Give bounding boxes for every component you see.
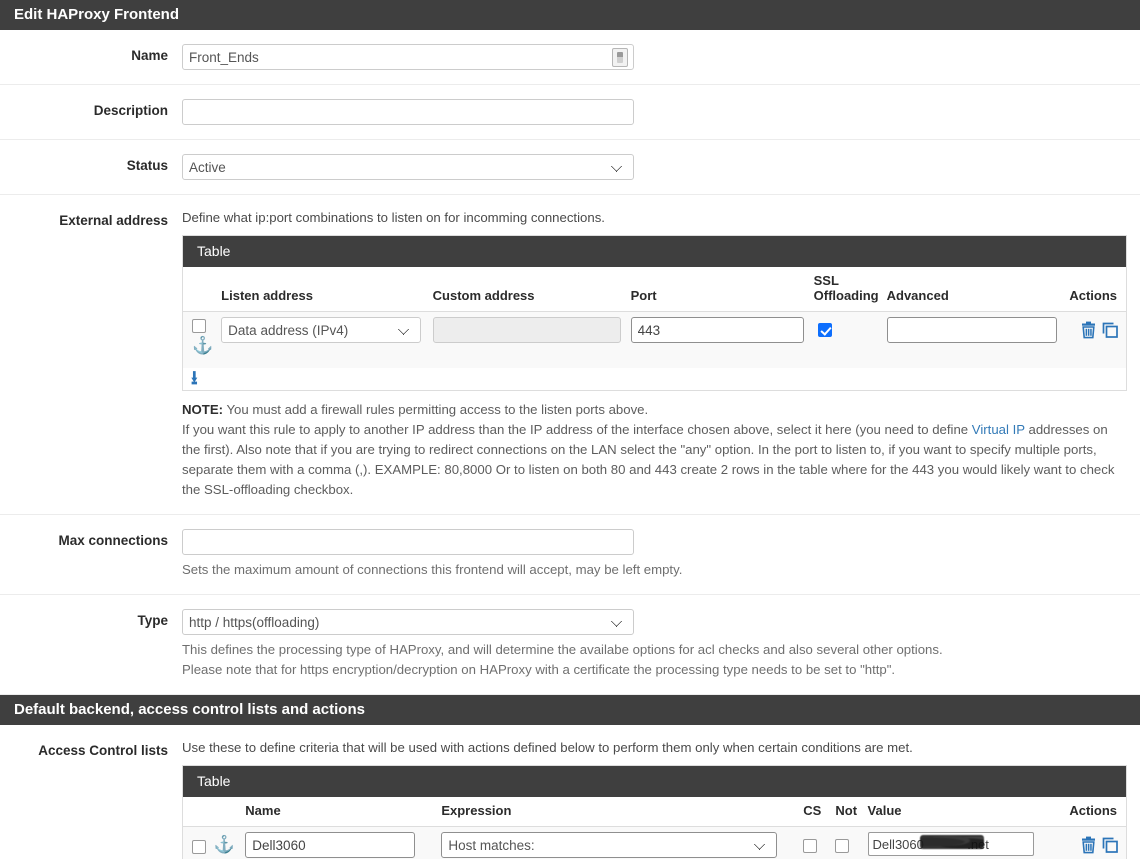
note-line2-a: If you want this rule to apply to anothe…: [182, 422, 972, 438]
col-acl-not: Not: [831, 797, 864, 828]
listen-address-select[interactable]: Data address (IPv4): [221, 317, 422, 343]
external-address-description: Define what ip:port combinations to list…: [182, 210, 605, 225]
col-ssl-offloading: SSL Offloading: [809, 267, 883, 312]
port-cell: [626, 311, 810, 360]
note-line1: You must add a firewall rules permitting…: [223, 402, 649, 418]
row-select-cell: ⚓: [183, 311, 218, 360]
acl-not-checkbox[interactable]: [835, 838, 850, 853]
col-acl-cs: CS: [799, 797, 832, 828]
acl-table: Table Name Expression CS Not Value Actio…: [182, 765, 1127, 859]
col-acl-actions: Actions: [1049, 797, 1126, 828]
type-help-line1: This defines the processing type of HAPr…: [182, 642, 943, 658]
custom-address-input[interactable]: [432, 317, 621, 343]
type-select[interactable]: http / https(offloading): [182, 609, 634, 636]
ssl-line2: Offloading: [813, 288, 879, 303]
delete-icon[interactable]: [1080, 321, 1097, 342]
col-acl-value: Value: [863, 797, 1050, 828]
acl-name-input[interactable]: [245, 832, 416, 859]
row-max-connections: Max connections Sets the maximum amount …: [0, 515, 1140, 596]
anchor-icon[interactable]: ⚓: [192, 337, 213, 354]
row-type: Type http / https(offloading) This defin…: [0, 595, 1140, 696]
port-input[interactable]: [630, 317, 804, 343]
external-address-note: NOTE: You must add a firewall rules perm…: [182, 400, 1127, 500]
max-connections-help: Sets the maximum amount of connections t…: [182, 562, 683, 578]
backend-panel-header: Default backend, access control lists an…: [0, 695, 1140, 726]
col-acl-expression: Expression: [437, 797, 800, 828]
label-type: Type: [137, 613, 168, 629]
arrow-down-icon[interactable]: ⭳: [191, 369, 198, 388]
ssl-offloading-checkbox[interactable]: [817, 323, 832, 338]
backend-panel-title: Default backend, access control lists an…: [14, 701, 365, 719]
acl-actions-cell: [1049, 826, 1126, 859]
label-external-address: External address: [59, 213, 168, 228]
table-row: ⚓ Host matches:: [183, 826, 1126, 859]
acl-cs-checkbox[interactable]: [803, 838, 818, 853]
row-description: Description: [0, 85, 1140, 140]
col-acl-select: [183, 797, 242, 828]
listen-address-cell: Data address (IPv4): [217, 311, 429, 360]
col-custom-address: Custom address: [428, 267, 627, 312]
col-select: [183, 267, 218, 312]
col-listen-address: Listen address: [217, 267, 429, 312]
col-advanced: Advanced: [882, 267, 1061, 312]
label-name: Name: [131, 48, 168, 63]
acl-row-select-cell: ⚓: [183, 826, 242, 859]
acl-header-row: Name Expression CS Not Value Actions: [183, 797, 1126, 828]
delete-icon[interactable]: [1080, 836, 1097, 857]
label-max-connections: Max connections: [58, 533, 168, 549]
external-address-table: Table Listen address Custom address Port…: [182, 235, 1127, 392]
frontend-panel-title: Edit HAProxy Frontend: [14, 6, 180, 23]
acl-value-cell: [863, 826, 1050, 859]
acl-expression-cell: Host matches:: [437, 826, 800, 859]
row-name: Name: [0, 30, 1140, 85]
label-access-control-lists: Access Control lists: [38, 743, 168, 759]
status-select[interactable]: Active: [182, 154, 634, 180]
acl-value-wrapper: [867, 832, 1034, 857]
acl-description: Use these to define criteria that will b…: [182, 740, 913, 756]
col-acl-name: Name: [241, 797, 438, 828]
acl-row-select-checkbox[interactable]: [192, 839, 206, 854]
col-actions: Actions: [1060, 267, 1126, 312]
label-status: Status: [126, 158, 168, 173]
advanced-input[interactable]: [886, 317, 1057, 343]
description-input[interactable]: [182, 99, 634, 125]
type-help-line2: Please note that for https encryption/de…: [182, 662, 896, 678]
row-status: Status Active: [0, 140, 1140, 195]
note-label: NOTE:: [182, 402, 224, 418]
advanced-cell: [882, 311, 1061, 360]
add-row-area: ⭳: [183, 368, 1126, 391]
external-address-header-row: Listen address Custom address Port SSL O…: [183, 267, 1126, 312]
table-row-spacer: [183, 359, 1126, 369]
anchor-icon[interactable]: ⚓: [214, 836, 235, 853]
acl-cs-cell: [799, 826, 832, 859]
duplicate-icon[interactable]: [1101, 321, 1119, 342]
name-input-wrapper: [182, 44, 634, 70]
ssl-offloading-cell: [809, 311, 883, 360]
frontend-panel-header: Edit HAProxy Frontend: [0, 0, 1140, 30]
acl-not-cell: [831, 826, 864, 859]
max-connections-input[interactable]: [182, 529, 634, 556]
row-external-address: External address Define what ip:port com…: [0, 195, 1140, 516]
duplicate-icon[interactable]: [1101, 836, 1119, 857]
card-id-icon: [612, 48, 628, 67]
redaction-overlay: [919, 835, 984, 850]
acl-table-title: Table: [183, 766, 1126, 798]
external-address-table-title: Table: [183, 236, 1126, 267]
table-row: ⚓ Data address (IPv4): [183, 311, 1126, 360]
col-port: Port: [626, 267, 810, 312]
acl-name-cell: [241, 826, 438, 859]
virtual-ip-link[interactable]: Virtual IP: [972, 422, 1025, 437]
acl-expression-select[interactable]: Host matches:: [441, 832, 778, 859]
ssl-line1: SSL: [813, 273, 839, 288]
label-description: Description: [93, 103, 168, 118]
row-select-checkbox[interactable]: [192, 319, 206, 334]
row-access-control-lists: Access Control lists Use these to define…: [0, 725, 1140, 859]
custom-address-cell: [428, 311, 627, 360]
actions-cell: [1060, 311, 1126, 360]
name-input[interactable]: [182, 44, 634, 70]
